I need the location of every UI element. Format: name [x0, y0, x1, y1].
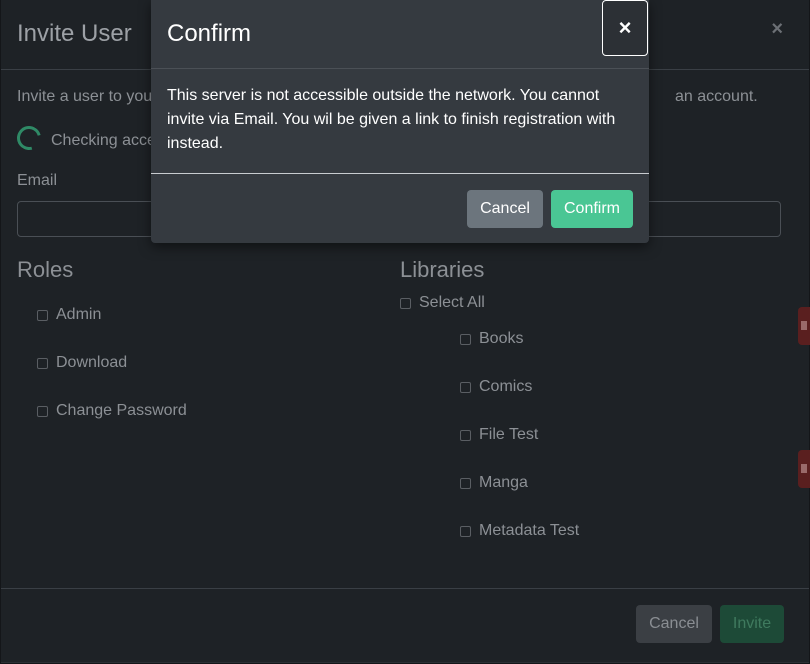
- library-comics[interactable]: Comics: [460, 378, 532, 396]
- select-all-label: Select All: [419, 294, 485, 311]
- library-label: Comics: [479, 378, 533, 395]
- email-label: Email: [17, 172, 58, 189]
- checkbox[interactable]: [460, 381, 471, 393]
- delete-icon[interactable]: [798, 450, 810, 488]
- invite-description-end: an account.: [675, 88, 758, 105]
- close-icon[interactable]: ×: [602, 0, 648, 56]
- invite-description-start: Invite a user to you: [17, 88, 153, 105]
- invite-modal-title: Invite User: [17, 20, 132, 47]
- library-manga[interactable]: Manga: [460, 474, 528, 492]
- role-label: Admin: [56, 306, 102, 323]
- select-all-libraries[interactable]: Select All: [400, 294, 485, 312]
- checkbox[interactable]: [37, 309, 48, 321]
- checkbox[interactable]: [37, 357, 48, 369]
- libraries-title: Libraries: [400, 257, 485, 282]
- library-metadata-test[interactable]: Metadata Test: [460, 522, 579, 540]
- confirm-cancel-button[interactable]: Cancel: [467, 190, 543, 228]
- confirm-button[interactable]: Confirm: [551, 190, 633, 228]
- role-label: Download: [56, 354, 128, 371]
- library-books[interactable]: Books: [460, 330, 523, 348]
- checkbox[interactable]: [400, 297, 411, 309]
- confirm-modal: Confirm × This server is not accessible …: [151, 0, 649, 243]
- checkbox[interactable]: [460, 477, 471, 489]
- invite-cancel-button[interactable]: Cancel: [636, 605, 712, 643]
- roles-title: Roles: [17, 257, 74, 282]
- library-label: Books: [479, 330, 524, 347]
- loading-spinner-icon: [12, 121, 46, 155]
- invite-close-icon[interactable]: ×: [771, 18, 783, 41]
- library-label: Manga: [479, 474, 528, 491]
- confirm-footer-divider: [151, 173, 649, 174]
- library-label: File Test: [479, 426, 539, 443]
- checkbox[interactable]: [37, 405, 48, 417]
- role-change-password[interactable]: Change Password: [37, 402, 187, 420]
- delete-icon[interactable]: [798, 307, 810, 345]
- checking-access-text: Checking acce: [51, 132, 156, 149]
- role-label: Change Password: [56, 402, 187, 419]
- role-admin[interactable]: Admin: [37, 306, 101, 324]
- role-download[interactable]: Download: [37, 354, 127, 372]
- confirm-message: This server is not accessible outside th…: [167, 87, 616, 152]
- checkbox[interactable]: [460, 429, 471, 441]
- library-file-test[interactable]: File Test: [460, 426, 538, 444]
- invite-submit-button[interactable]: Invite: [720, 605, 784, 643]
- footer-divider: [1, 588, 809, 589]
- confirm-modal-title: Confirm: [167, 20, 252, 47]
- checkbox[interactable]: [460, 525, 471, 537]
- library-label: Metadata Test: [479, 522, 580, 539]
- confirm-modal-header: Confirm ×: [151, 0, 649, 69]
- checkbox[interactable]: [460, 333, 471, 345]
